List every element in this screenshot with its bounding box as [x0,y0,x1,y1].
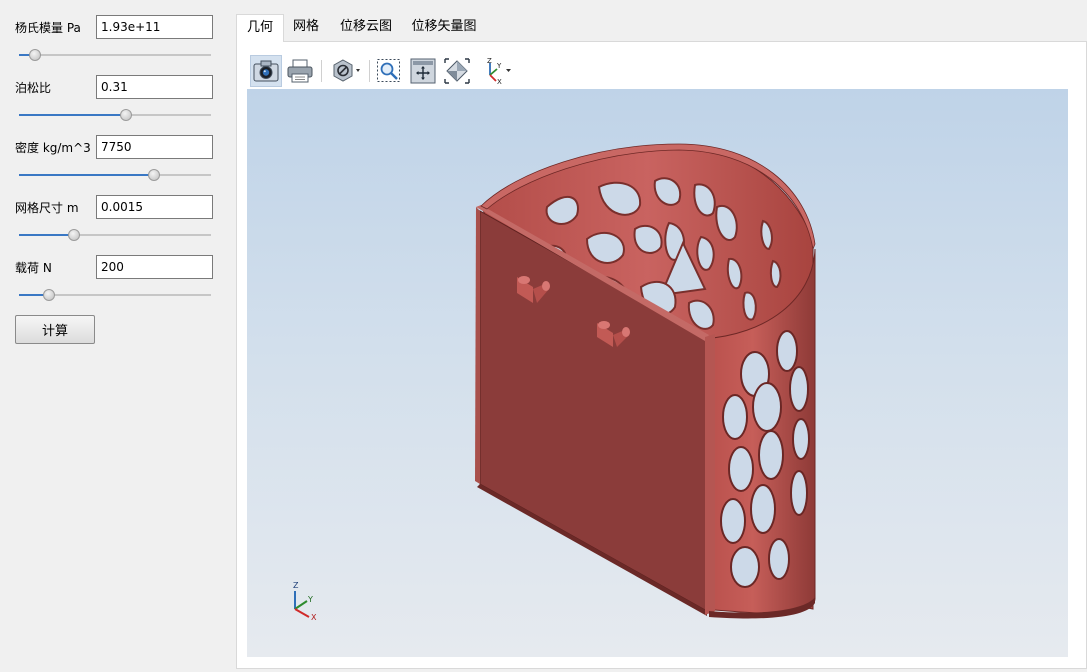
axis-triad: Z Y X [293,581,317,622]
youngs-modulus-slider[interactable] [19,49,211,61]
param-row-density: 密度 kg/m^3 [0,135,232,191]
svg-text:Z: Z [487,57,492,65]
param-row-load: 载荷 N [0,255,232,311]
mesh-size-label: 网格尺寸 m [15,201,79,215]
slider-handle[interactable] [29,49,42,61]
poisson-ratio-input[interactable] [96,75,213,99]
svg-text:X: X [497,78,502,85]
display-mode-icon[interactable] [329,55,365,87]
param-row-mesh-size: 网格尺寸 m [0,195,232,251]
param-row-youngs-modulus: 杨氏模量 Pa [0,15,232,71]
youngs-modulus-label: 杨氏模量 Pa [15,21,81,35]
perforated-basket-model: Z Y X [293,143,816,622]
3d-viewport[interactable]: Z Y X [247,89,1068,657]
calculate-button[interactable]: 计算 [15,315,95,344]
tab-displacement-contour[interactable]: 位移云图 [331,14,401,40]
load-slider[interactable] [19,289,211,301]
density-slider[interactable] [19,169,211,181]
density-input[interactable] [96,135,213,159]
tab-mesh[interactable]: 网格 [283,14,329,40]
slider-handle[interactable] [119,109,132,121]
slider-handle[interactable] [148,169,161,181]
poisson-ratio-slider[interactable] [19,109,211,121]
tab-geometry[interactable]: 几何 [236,14,284,42]
mesh-size-slider[interactable] [19,229,211,241]
youngs-modulus-input[interactable] [96,15,213,39]
view-iso-icon[interactable] [441,55,473,87]
view-axis-icon[interactable]: Z Y X [479,55,515,87]
mesh-size-input[interactable] [96,195,213,219]
slider-handle[interactable] [67,229,80,241]
triad-y-label: Y [307,595,313,604]
camera-icon[interactable] [250,55,282,87]
tab-displacement-vector[interactable]: 位移矢量图 [402,14,486,40]
triad-z-label: Z [293,581,299,590]
load-label: 载荷 N [15,261,52,275]
svg-text:Y: Y [496,62,502,70]
parameter-panel: 杨氏模量 Pa 泊松比 密度 kg/m^3 网格尺寸 m 载荷 N 计算 [0,0,232,672]
zoom-box-icon[interactable] [373,55,405,87]
print-icon[interactable] [284,55,316,87]
viewer-toolbar: Z Y X [247,52,1068,89]
param-row-poisson-ratio: 泊松比 [0,75,232,131]
poisson-ratio-label: 泊松比 [15,81,52,95]
load-input[interactable] [96,255,213,279]
slider-handle[interactable] [42,289,55,301]
density-label: 密度 kg/m^3 [15,141,91,155]
fit-all-icon[interactable] [407,55,439,87]
triad-x-label: X [311,613,317,622]
